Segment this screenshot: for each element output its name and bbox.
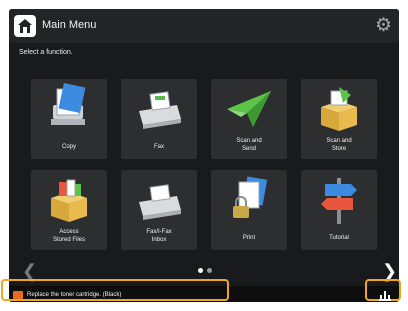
touch-panel-screen: Main Menu ⚙ Select a function. Copy Fax … (9, 9, 399, 302)
function-fax-inbox[interactable]: Fax/I-Fax Inbox (121, 170, 197, 250)
tutorial-icon (321, 178, 357, 224)
function-tutorial[interactable]: Tutorial (301, 170, 377, 250)
function-label: Scan and Store (326, 138, 352, 152)
counter-icon (379, 291, 391, 301)
home-icon (18, 19, 32, 33)
instruction-text: Select a function. (19, 49, 73, 56)
scan-store-icon (321, 87, 357, 131)
next-page-button[interactable]: ❯ (382, 262, 397, 280)
header-bar: Main Menu ⚙ (9, 9, 399, 43)
page-indicator-active (198, 268, 203, 273)
scan-send-icon (227, 91, 271, 127)
gear-icon[interactable]: ⚙ (375, 16, 392, 35)
function-label: Fax/I-Fax Inbox (146, 229, 172, 243)
function-scan-store[interactable]: Scan and Store (301, 79, 377, 159)
function-label: Fax (153, 144, 164, 150)
previous-page-button[interactable]: ❮ (22, 262, 37, 280)
page-indicator-inactive (207, 268, 212, 273)
copy-icon (51, 83, 86, 125)
function-label: Access Stored Files (52, 229, 85, 243)
fax-icon (139, 91, 181, 129)
function-label: Tutorial (329, 235, 349, 241)
toner-warning-icon (13, 291, 23, 299)
function-label: Scan and Send (236, 138, 262, 152)
fax-inbox-icon (139, 184, 181, 220)
stored-files-icon (51, 179, 87, 222)
function-label: Copy (61, 144, 76, 150)
function-scan-send[interactable]: Scan and Send (211, 79, 287, 159)
page-title: Main Menu (42, 19, 97, 31)
function-print[interactable]: Print (211, 170, 287, 250)
function-label: Print (242, 235, 256, 241)
home-button[interactable] (14, 15, 36, 37)
status-message: Replace the toner cartridge. (Black) (27, 292, 122, 298)
print-icon (233, 176, 268, 218)
function-access-stored-files[interactable]: Access Stored Files (31, 170, 107, 250)
function-fax[interactable]: Fax (121, 79, 197, 159)
function-copy[interactable]: Copy (31, 79, 107, 159)
